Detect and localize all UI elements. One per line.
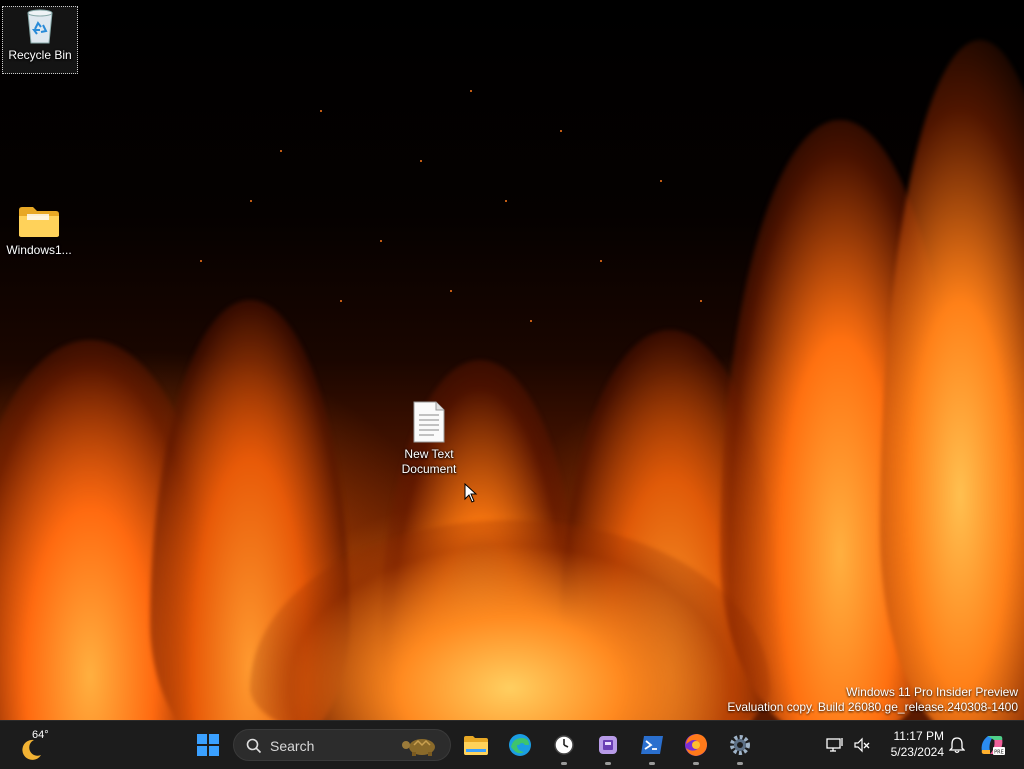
ember <box>470 90 472 92</box>
ember <box>450 290 452 292</box>
search-highlight-turtle-icon <box>402 739 435 756</box>
taskbar-search-box[interactable]: Search <box>233 729 451 761</box>
running-indicator <box>561 762 567 765</box>
ember <box>700 300 702 302</box>
network-button[interactable] <box>820 727 850 763</box>
search-placeholder: Search <box>270 738 315 754</box>
search-icon <box>246 738 262 754</box>
folder-icon <box>19 207 59 237</box>
gear-icon <box>730 735 750 755</box>
taskbar: 64° Search 11:17 PM 5/23/2024 PRE <box>0 720 1024 769</box>
settings-button[interactable] <box>722 727 758 765</box>
volume-button[interactable] <box>848 727 876 763</box>
weather-widget[interactable]: 64° <box>18 725 58 765</box>
bell-icon <box>949 737 965 754</box>
recycle-bin-label: Recycle Bin <box>8 48 72 62</box>
wallpaper-flame <box>880 40 1024 720</box>
tray-time: 11:17 PM <box>893 729 944 743</box>
network-monitor-icon <box>826 738 843 752</box>
clock-icon <box>554 735 574 755</box>
desktop-wallpaper[interactable]: Recycle Bin Windows1... New Text Documen… <box>0 0 1024 720</box>
file-explorer-button[interactable] <box>458 727 494 763</box>
watermark-line-2: Evaluation copy. Build 26080.ge_release.… <box>727 700 1018 714</box>
running-indicator <box>693 762 699 765</box>
text-document-icon <box>413 401 445 443</box>
app-button[interactable] <box>590 727 626 765</box>
ember <box>420 160 422 162</box>
ember <box>200 260 202 262</box>
ember <box>505 200 507 202</box>
running-indicator <box>605 762 611 765</box>
notifications-button[interactable] <box>944 727 970 763</box>
ember <box>380 240 382 242</box>
ember <box>280 150 282 152</box>
edge-button[interactable] <box>502 727 538 763</box>
folder-icon <box>464 736 488 755</box>
copilot-icon: PRE <box>981 736 1005 756</box>
ember <box>320 110 322 112</box>
clock-date-display[interactable]: 11:17 PM 5/23/2024 <box>880 728 944 760</box>
text-document-desktop-icon[interactable]: New Text Document <box>392 400 466 477</box>
running-indicator <box>737 762 743 765</box>
powershell-button[interactable] <box>634 727 670 765</box>
watermark-line-1: Windows 11 Pro Insider Preview <box>846 685 1018 699</box>
folder-label: Windows1... <box>6 243 72 257</box>
terminal-icon <box>641 736 663 754</box>
evaluation-watermark: Windows 11 Pro Insider Preview Evaluatio… <box>727 685 1018 715</box>
svg-text:PRE: PRE <box>994 750 1004 756</box>
running-indicator <box>649 762 655 765</box>
windows-start-icon <box>197 734 219 756</box>
edge-browser-icon <box>509 734 531 756</box>
tray-date: 5/23/2024 <box>890 745 944 759</box>
text-document-label: New Text Document <box>401 447 457 476</box>
ember <box>250 200 252 202</box>
recycle-bin-desktop-icon[interactable]: Recycle Bin <box>2 6 78 74</box>
ember <box>560 130 562 132</box>
recycle-bin-icon <box>27 9 53 44</box>
copilot-button[interactable]: PRE <box>974 727 1010 763</box>
firefox-icon <box>685 734 707 756</box>
ember <box>530 320 532 322</box>
clock-app-button[interactable] <box>546 727 582 765</box>
mouse-cursor-icon <box>464 483 478 503</box>
app-icon <box>599 736 617 754</box>
folder-desktop-icon[interactable]: Windows1... <box>2 202 76 258</box>
volume-muted-icon <box>854 737 870 753</box>
weather-temperature: 64° <box>32 729 49 741</box>
firefox-button[interactable] <box>678 727 714 765</box>
ember <box>600 260 602 262</box>
ember <box>660 180 662 182</box>
start-button[interactable] <box>190 727 226 763</box>
ember <box>340 300 342 302</box>
